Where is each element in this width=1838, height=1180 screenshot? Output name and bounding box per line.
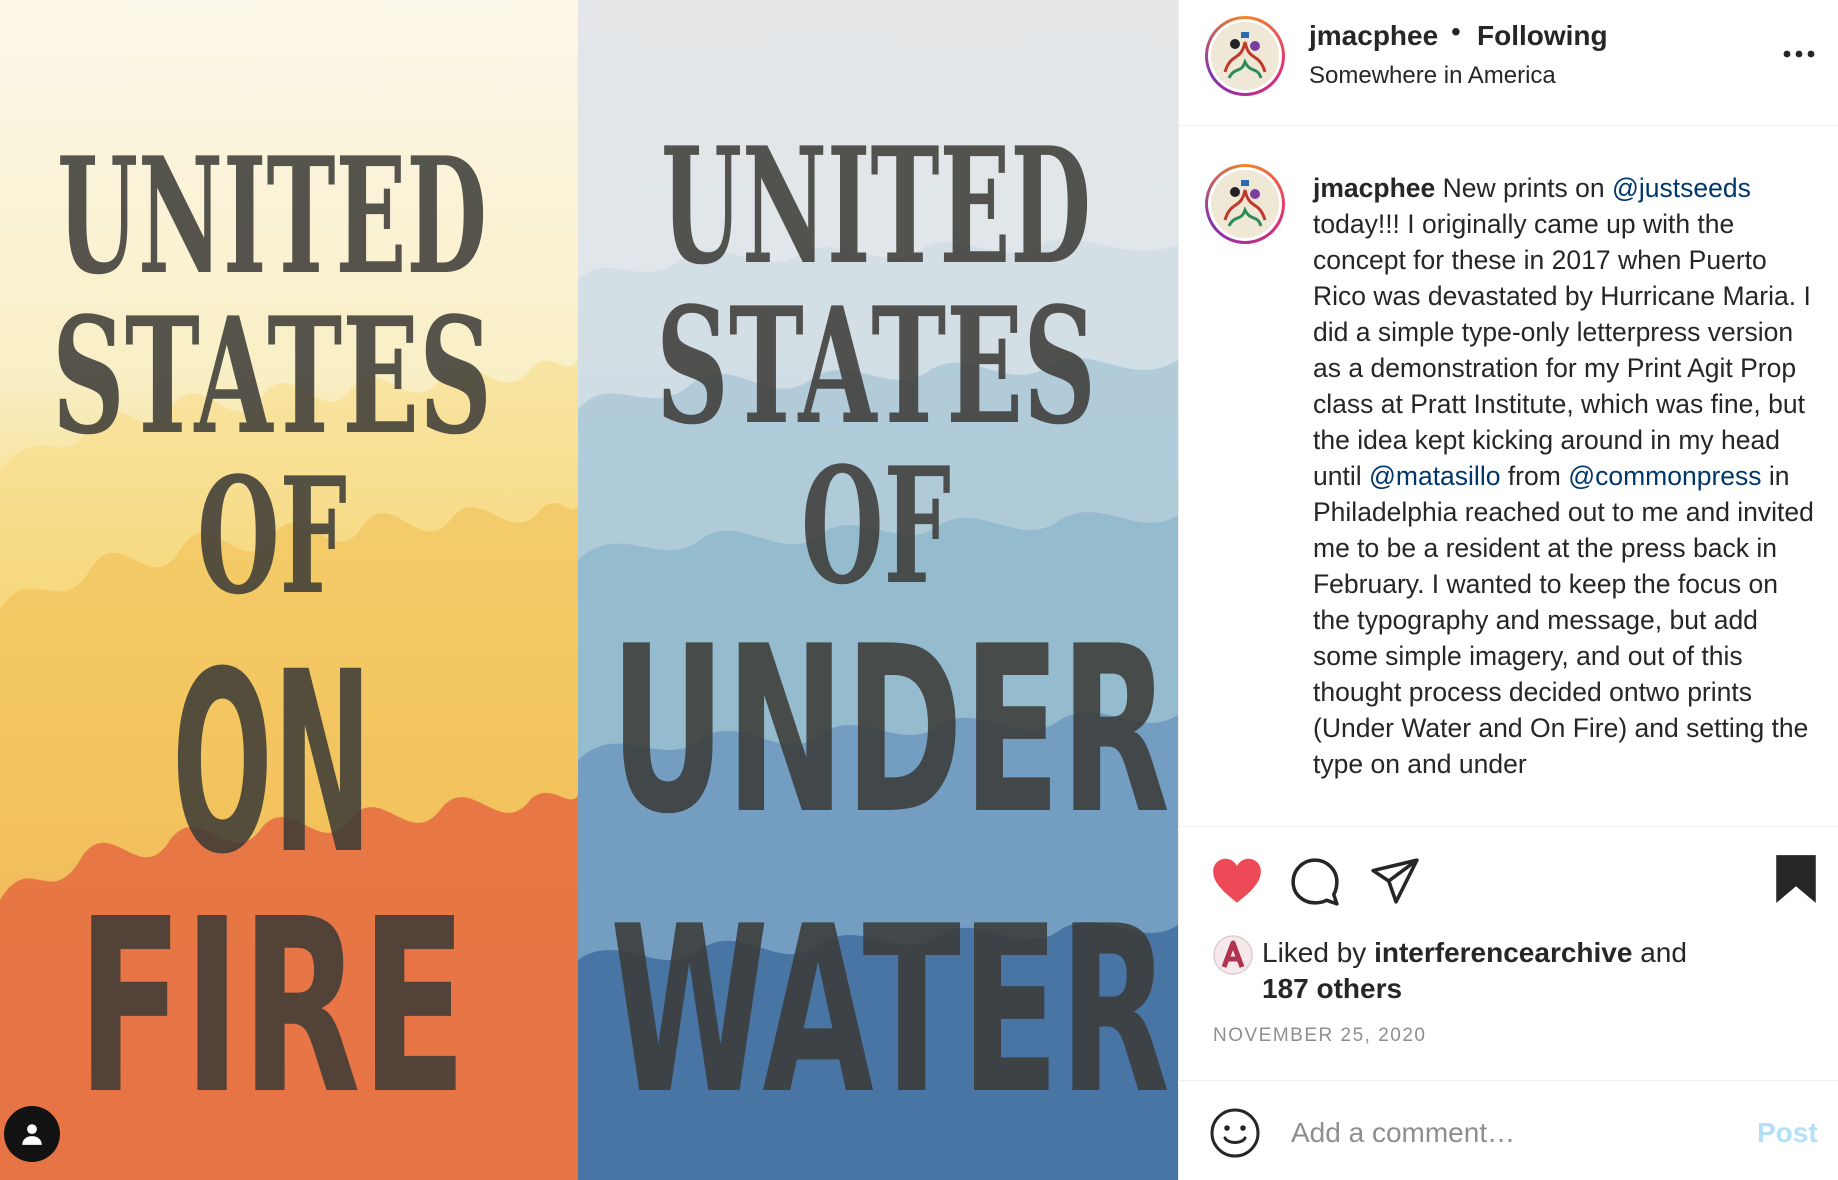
likes-others-link[interactable]: 187 others bbox=[1262, 973, 1402, 1005]
mention-commonpress[interactable]: @commonpress bbox=[1568, 461, 1761, 491]
share-button[interactable] bbox=[1369, 857, 1421, 910]
more-options-button[interactable] bbox=[1777, 36, 1821, 72]
caption-text: jmacphee New prints on @justseeds today!… bbox=[1313, 170, 1821, 782]
more-horizontal-icon bbox=[1783, 50, 1815, 58]
right-poster-line: UNDER bbox=[610, 598, 1170, 865]
comment-icon bbox=[1291, 858, 1339, 906]
comment-input[interactable] bbox=[1291, 1105, 1731, 1161]
right-poster-line: OF bbox=[801, 432, 951, 620]
liked-by-avatar[interactable] bbox=[1213, 935, 1253, 975]
smiley-icon bbox=[1210, 1108, 1260, 1158]
header-separator: • bbox=[1451, 16, 1461, 47]
right-poster-text: UNITED STATES OF UNDER WATER bbox=[610, 112, 1170, 1145]
caption-avatar[interactable] bbox=[1205, 164, 1285, 244]
comment-button[interactable] bbox=[1289, 857, 1341, 912]
left-poster-line: OF bbox=[197, 442, 347, 630]
post-image[interactable]: UNITED STATES OF ON FIRE UNITED STATES O… bbox=[0, 0, 1178, 1180]
left-poster-line: FIRE bbox=[77, 867, 467, 1147]
header-username[interactable]: jmacphee bbox=[1309, 20, 1438, 52]
location-link[interactable]: Somewhere in America bbox=[1309, 62, 1556, 90]
left-poster-line: ON bbox=[172, 618, 372, 909]
send-icon bbox=[1371, 858, 1419, 904]
post-side-panel: jmacphee • Following Somewhere in Americ… bbox=[1178, 0, 1838, 1180]
user-tag-button[interactable] bbox=[4, 1106, 60, 1162]
post-date[interactable]: NOVEMBER 25, 2020 bbox=[1213, 1025, 1426, 1047]
comment-bar: Post bbox=[1179, 1080, 1838, 1180]
avatar-image bbox=[1213, 935, 1253, 975]
caption-area: jmacphee New prints on @justseeds today!… bbox=[1179, 126, 1838, 826]
post-header: jmacphee • Following Somewhere in Americ… bbox=[1179, 0, 1838, 126]
mention-justseeds[interactable]: @justseeds bbox=[1612, 173, 1751, 203]
following-button[interactable]: Following bbox=[1477, 20, 1608, 52]
like-button[interactable] bbox=[1211, 857, 1263, 910]
caption-text-segment: today!!! I originally came up with the c… bbox=[1313, 209, 1811, 491]
mention-matasillo[interactable]: @matasillo bbox=[1369, 461, 1500, 491]
user-icon bbox=[22, 1124, 42, 1145]
liked-by-user-link[interactable]: interferencearchive bbox=[1374, 937, 1632, 968]
emoji-button[interactable] bbox=[1209, 1107, 1261, 1159]
caption-text-segment: New prints on bbox=[1435, 173, 1613, 203]
action-bar: Liked by interferencearchive and 187 oth… bbox=[1179, 826, 1838, 1080]
liked-by-text: Liked by interferencearchive and bbox=[1262, 937, 1687, 969]
post-comment-button[interactable]: Post bbox=[1757, 1117, 1818, 1149]
heart-filled-icon bbox=[1213, 858, 1261, 903]
caption-text-segment: in Philadelphia reached out to me and in… bbox=[1313, 461, 1814, 779]
bookmark-filled-icon bbox=[1776, 855, 1816, 903]
liked-by-suffix: and bbox=[1632, 937, 1687, 968]
avatar[interactable] bbox=[1205, 16, 1285, 96]
save-button[interactable] bbox=[1773, 853, 1819, 910]
avatar-image bbox=[1211, 22, 1279, 90]
liked-by-prefix: Liked by bbox=[1262, 937, 1375, 968]
avatar-image bbox=[1211, 170, 1279, 238]
posters-artwork: UNITED STATES OF ON FIRE UNITED STATES O… bbox=[0, 0, 1178, 1180]
right-poster-line: WATER bbox=[610, 878, 1170, 1145]
caption-text-segment: from bbox=[1500, 461, 1569, 491]
caption-username[interactable]: jmacphee bbox=[1313, 173, 1435, 203]
